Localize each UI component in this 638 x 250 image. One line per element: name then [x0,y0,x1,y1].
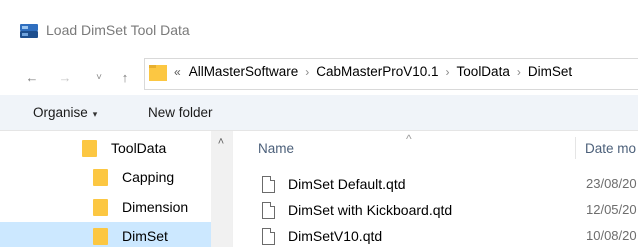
file-icon [262,201,275,219]
nav-item-label: Capping [122,169,175,185]
recent-locations-button[interactable]: ˅ [88,66,110,88]
overflow-chevron-icon[interactable]: « [174,65,181,79]
column-header-name[interactable]: Name [258,141,294,156]
up-button[interactable]: ↑ [114,66,136,88]
organise-button[interactable]: Organise ▾ [33,105,97,120]
nav-item-label: Dimension [122,199,189,215]
nav-item-capping[interactable]: Capping [93,163,174,191]
up-arrow-icon: ↑ [121,69,129,85]
nav-item-tooldata[interactable]: ToolData [82,134,166,162]
folder-icon [82,139,97,157]
folder-icon [93,168,108,186]
sort-ascending-icon: ^ [406,132,412,146]
file-date: 23/08/20 [586,176,637,191]
pane-divider[interactable] [232,131,233,247]
dropdown-arrow-icon: ▾ [92,109,98,119]
window-title: Load DimSet Tool Data [46,22,190,38]
breadcrumb-allmastersoftware[interactable]: AllMasterSoftware [189,64,299,79]
file-icon [262,175,275,193]
breadcrumb: « AllMasterSoftware › CabMasterProV10.1 … [174,64,572,79]
file-name: DimSet Default.qtd [288,176,406,192]
file-date: 12/05/20 [586,202,637,217]
app-icon [20,24,38,38]
breadcrumb-separator-icon[interactable]: › [305,65,309,79]
folder-icon [149,65,167,81]
file-row[interactable]: DimSetV10.qtd [262,224,382,248]
forward-arrow-icon: → [58,69,72,85]
breadcrumb-cabmasterprov10[interactable]: CabMasterProV10.1 [316,64,438,79]
chevron-down-icon: ˅ [96,71,102,83]
breadcrumb-separator-icon[interactable]: › [517,65,521,79]
file-name: DimSet with Kickboard.qtd [288,202,453,218]
nav-item-dimset[interactable]: DimSet [93,222,168,250]
file-name: DimSetV10.qtd [288,228,383,244]
breadcrumb-dimset[interactable]: DimSet [528,64,572,79]
column-separator[interactable] [575,137,576,159]
folder-icon [93,227,108,245]
scroll-up-icon[interactable]: ˄ [214,136,228,150]
back-arrow-icon: ← [25,69,39,85]
file-row[interactable]: DimSet Default.qtd [262,172,406,196]
nav-item-label: ToolData [111,140,167,156]
file-row[interactable]: DimSet with Kickboard.qtd [262,198,452,222]
organise-label: Organise [33,105,88,120]
column-header-date-modified[interactable]: Date mo [585,141,636,156]
new-folder-button[interactable]: New folder [148,105,213,120]
file-icon [262,227,275,245]
folder-icon [93,198,108,216]
file-date: 10/08/20 [586,228,637,243]
breadcrumb-tooldata[interactable]: ToolData [457,64,510,79]
nav-item-dimension[interactable]: Dimension [93,193,188,221]
nav-item-label: DimSet [122,228,168,244]
forward-button[interactable]: → [54,66,76,88]
back-button[interactable]: ← [21,66,43,88]
breadcrumb-separator-icon[interactable]: › [446,65,450,79]
